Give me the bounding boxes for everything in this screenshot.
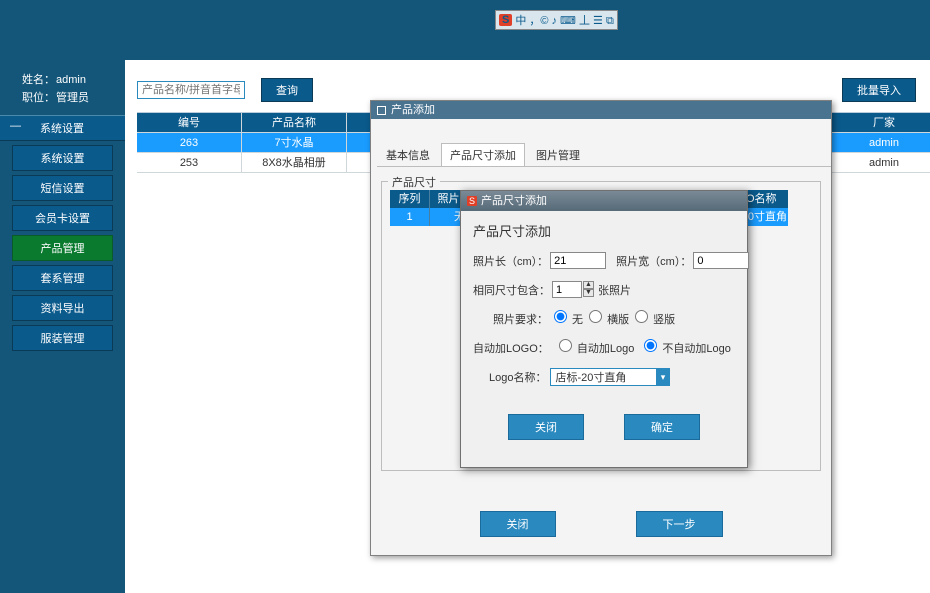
logoname-label: Logo名称： [489,369,546,385]
nav-item-4[interactable]: 套系管理 [12,265,113,291]
col-name: 产品名称 [242,113,347,132]
user-info: 姓名：admin 职位：管理员 [0,60,125,115]
nav-item-5[interactable]: 资料导出 [12,295,113,321]
autologo-label: 自动加LOGO： [473,340,549,356]
length-label: 照片长（cm）： [473,253,548,269]
dialog1-tabs: 基本信息产品尺寸添加图片管理 [377,143,831,167]
row-photo-req: 照片要求： 无 横版 竖版 [473,310,735,327]
logoname-combo[interactable]: 店标-20寸直角 ▾ [550,368,670,386]
width-input[interactable] [693,252,749,269]
dialog2-titlebar[interactable]: S产品尺寸添加 [461,191,747,211]
username-label: 姓名： [22,72,56,90]
row-same-count: 相同尺寸包含： ▲▼ 张照片 [473,281,735,298]
dialog2-footer: 关闭 确定 [473,414,735,440]
nav-item-2[interactable]: 会员卡设置 [12,205,113,231]
logoname-value: 店标-20寸直角 [555,369,626,385]
nav-section-head[interactable]: 系统设置 [0,115,125,141]
dialog2-icon: S [467,196,477,206]
nav-item-6[interactable]: 服装管理 [12,325,113,351]
size-add-dialog: S产品尺寸添加 产品尺寸添加 照片长（cm）： 照片宽（cm）： 相同尺寸包含：… [460,190,748,468]
same-suffix: 张照片 [598,282,631,298]
dialog2-close-button[interactable]: 关闭 [508,414,584,440]
ime-toolbar[interactable]: S 中 ，© ♪ ⌨ 丄 ☰ ⧉ [495,10,618,30]
req-label: 照片要求： [493,311,548,327]
chevron-down-icon[interactable]: ▾ [656,369,669,385]
width-label: 照片宽（cm）： [616,253,691,269]
logo-option-1[interactable]: 不自动加Logo [638,343,731,355]
same-label: 相同尺寸包含： [473,282,550,298]
role-label: 职位： [22,90,56,108]
role-value: 管理员 [56,92,89,104]
dialog1-next-button[interactable]: 下一步 [636,511,723,537]
row-length-width: 照片长（cm）： 照片宽（cm）： [473,252,735,269]
search-button[interactable]: 查询 [261,78,313,102]
sidebar: 姓名：admin 职位：管理员 系统设置 系统设置短信设置会员卡设置产品管理套系… [0,60,125,593]
length-input[interactable] [550,252,606,269]
req-option-1[interactable]: 横版 [583,314,629,326]
dialog2-ok-button[interactable]: 确定 [624,414,700,440]
nav-item-1[interactable]: 短信设置 [12,175,113,201]
spin-down-icon[interactable]: ▼ [583,289,594,297]
search-input[interactable] [137,81,245,99]
req-option-0[interactable]: 无 [548,314,583,326]
col-vendor: 厂家 [838,113,930,132]
dialog1-icon [377,106,386,115]
username-value: admin [56,74,86,86]
dialog2-heading: 产品尺寸添加 [473,221,735,240]
spin-up-icon[interactable]: ▲ [583,281,594,289]
nav-list: 系统设置短信设置会员卡设置产品管理套系管理资料导出服装管理 [0,145,125,351]
ime-lang[interactable]: 中 [515,12,526,28]
dialog1-footer: 关闭 下一步 [371,511,831,537]
ime-icons[interactable]: ，© ♪ ⌨ 丄 ☰ ⧉ [529,12,613,28]
search-bar: 查询 [137,78,930,102]
same-count-input[interactable] [552,281,582,298]
row-logo-name: Logo名称： 店标-20寸直角 ▾ [473,368,735,386]
top-bar: S 中 ，© ♪ ⌨ 丄 ☰ ⧉ [0,0,930,60]
tab-2[interactable]: 图片管理 [527,143,589,166]
nav-item-3[interactable]: 产品管理 [12,235,113,261]
tab-1[interactable]: 产品尺寸添加 [441,143,525,166]
batch-import-button[interactable]: 批量导入 [842,78,916,102]
tab-0[interactable]: 基本信息 [377,143,439,166]
dialog1-titlebar[interactable]: 产品添加 [371,101,831,119]
row-auto-logo: 自动加LOGO： 自动加Logo 不自动加Logo [473,339,735,356]
nav-item-0[interactable]: 系统设置 [12,145,113,171]
ime-logo-icon: S [499,14,512,26]
col-id: 编号 [137,113,242,132]
req-option-2[interactable]: 竖版 [629,314,675,326]
fieldset-label: 产品尺寸 [388,174,440,190]
logo-option-0[interactable]: 自动加Logo [553,343,635,355]
dialog1-close-button[interactable]: 关闭 [480,511,556,537]
